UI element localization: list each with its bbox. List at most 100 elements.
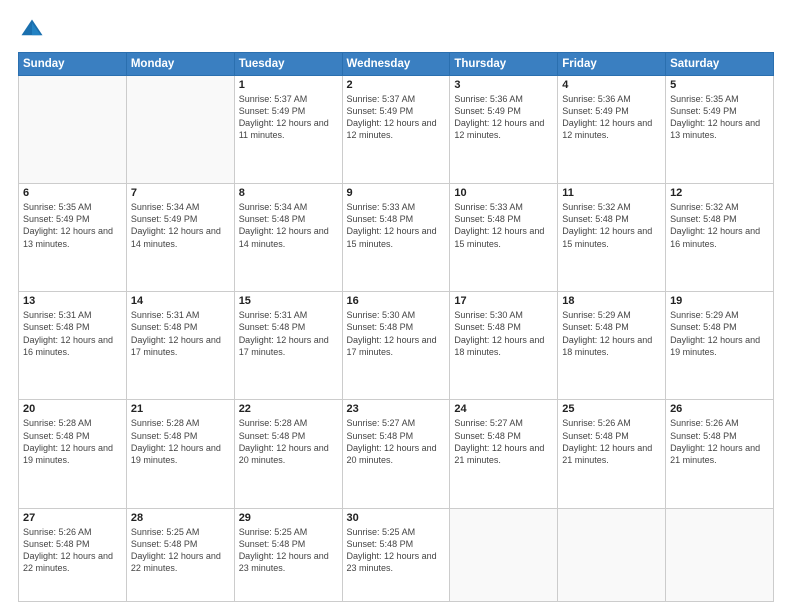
day-info: Sunrise: 5:25 AM Sunset: 5:48 PM Dayligh… [239,526,338,575]
calendar-cell: 27 Sunrise: 5:26 AM Sunset: 5:48 PM Dayli… [19,508,127,601]
day-number: 3 [454,79,553,91]
calendar-cell: 21 Sunrise: 5:28 AM Sunset: 5:48 PM Dayli… [126,400,234,508]
calendar-cell: 26 Sunrise: 5:26 AM Sunset: 5:48 PM Dayli… [666,400,774,508]
calendar-cell: 3Sunrise: 5:36 AM Sunset: 5:49 PM Daylig… [450,76,558,184]
calendar-header-row: SundayMondayTuesdayWednesdayThursdayFrid… [19,53,774,76]
day-number: 6 [23,187,122,199]
calendar-cell: 6 Sunrise: 5:35 AM Sunset: 5:49 PM Daylig… [19,184,127,292]
calendar-cell: 12 Sunrise: 5:32 AM Sunset: 5:48 PM Dayli… [666,184,774,292]
day-info: Sunrise: 5:26 AM Sunset: 5:48 PM Dayligh… [670,417,769,466]
logo [18,16,50,44]
calendar-cell: 8 Sunrise: 5:34 AM Sunset: 5:48 PM Daylig… [234,184,342,292]
calendar-cell: 15 Sunrise: 5:31 AM Sunset: 5:48 PM Dayli… [234,292,342,400]
day-info: Sunrise: 5:26 AM Sunset: 5:48 PM Dayligh… [562,417,661,466]
day-number: 29 [239,512,338,524]
calendar-week-5: 27 Sunrise: 5:26 AM Sunset: 5:48 PM Dayli… [19,508,774,601]
day-info: Sunrise: 5:29 AM Sunset: 5:48 PM Dayligh… [562,309,661,358]
day-number: 7 [131,187,230,199]
day-info: Sunrise: 5:28 AM Sunset: 5:48 PM Dayligh… [23,417,122,466]
day-number: 15 [239,295,338,307]
calendar-header-tuesday: Tuesday [234,53,342,76]
day-number: 30 [347,512,446,524]
day-info: Sunrise: 5:33 AM Sunset: 5:48 PM Dayligh… [454,201,553,250]
page: SundayMondayTuesdayWednesdayThursdayFrid… [0,0,792,612]
calendar-cell: 24 Sunrise: 5:27 AM Sunset: 5:48 PM Dayli… [450,400,558,508]
day-number: 14 [131,295,230,307]
calendar-cell: 1 Sunrise: 5:37 AM Sunset: 5:49 PM Daylig… [234,76,342,184]
calendar-cell: 4Sunrise: 5:36 AM Sunset: 5:49 PM Daylig… [558,76,666,184]
day-number: 26 [670,403,769,415]
day-info: Sunrise: 5:30 AM Sunset: 5:48 PM Dayligh… [454,309,553,358]
day-number: 17 [454,295,553,307]
day-number: 19 [670,295,769,307]
day-info: Sunrise: 5:37 AM Sunset: 5:49 PM Dayligh… [239,93,338,142]
calendar-week-1: 1 Sunrise: 5:37 AM Sunset: 5:49 PM Daylig… [19,76,774,184]
day-number: 8 [239,187,338,199]
day-info: Sunrise: 5:35 AM Sunset: 5:49 PM Dayligh… [23,201,122,250]
day-info: Sunrise: 5:27 AM Sunset: 5:48 PM Dayligh… [454,417,553,466]
calendar-cell [450,508,558,601]
calendar-cell: 20 Sunrise: 5:28 AM Sunset: 5:48 PM Dayli… [19,400,127,508]
day-number: 9 [347,187,446,199]
day-number: 21 [131,403,230,415]
calendar-cell: 18 Sunrise: 5:29 AM Sunset: 5:48 PM Dayli… [558,292,666,400]
day-info: Sunrise: 5:31 AM Sunset: 5:48 PM Dayligh… [23,309,122,358]
calendar-header-monday: Monday [126,53,234,76]
day-info: Sunrise: 5:30 AM Sunset: 5:48 PM Dayligh… [347,309,446,358]
logo-icon [18,16,46,44]
day-info: Sunrise: 5:28 AM Sunset: 5:48 PM Dayligh… [131,417,230,466]
day-number: 10 [454,187,553,199]
calendar-week-4: 20 Sunrise: 5:28 AM Sunset: 5:48 PM Dayli… [19,400,774,508]
day-info: Sunrise: 5:31 AM Sunset: 5:48 PM Dayligh… [239,309,338,358]
calendar-cell: 17 Sunrise: 5:30 AM Sunset: 5:48 PM Dayli… [450,292,558,400]
calendar-cell [666,508,774,601]
calendar-cell: 5Sunrise: 5:35 AM Sunset: 5:49 PM Daylig… [666,76,774,184]
calendar-cell [558,508,666,601]
day-info: Sunrise: 5:29 AM Sunset: 5:48 PM Dayligh… [670,309,769,358]
day-number: 18 [562,295,661,307]
day-info: Sunrise: 5:25 AM Sunset: 5:48 PM Dayligh… [131,526,230,575]
day-info: Sunrise: 5:33 AM Sunset: 5:48 PM Dayligh… [347,201,446,250]
day-info: Sunrise: 5:26 AM Sunset: 5:48 PM Dayligh… [23,526,122,575]
calendar-cell: 25 Sunrise: 5:26 AM Sunset: 5:48 PM Dayli… [558,400,666,508]
calendar-cell: 14 Sunrise: 5:31 AM Sunset: 5:48 PM Dayli… [126,292,234,400]
day-number: 27 [23,512,122,524]
calendar-table: SundayMondayTuesdayWednesdayThursdayFrid… [18,52,774,602]
calendar-header-thursday: Thursday [450,53,558,76]
day-number: 22 [239,403,338,415]
day-number: 20 [23,403,122,415]
calendar-header-friday: Friday [558,53,666,76]
day-number: 12 [670,187,769,199]
calendar-cell: 29 Sunrise: 5:25 AM Sunset: 5:48 PM Dayli… [234,508,342,601]
day-info: Sunrise: 5:36 AM Sunset: 5:49 PM Dayligh… [562,93,661,142]
header [18,16,774,44]
day-info: Sunrise: 5:28 AM Sunset: 5:48 PM Dayligh… [239,417,338,466]
day-number: 24 [454,403,553,415]
day-number: 28 [131,512,230,524]
day-info: Sunrise: 5:27 AM Sunset: 5:48 PM Dayligh… [347,417,446,466]
day-number: 1 [239,79,338,91]
day-info: Sunrise: 5:34 AM Sunset: 5:48 PM Dayligh… [239,201,338,250]
day-info: Sunrise: 5:31 AM Sunset: 5:48 PM Dayligh… [131,309,230,358]
calendar-cell: 10 Sunrise: 5:33 AM Sunset: 5:48 PM Dayli… [450,184,558,292]
day-number: 5 [670,79,769,91]
day-info: Sunrise: 5:37 AM Sunset: 5:49 PM Dayligh… [347,93,446,142]
calendar-cell: 19 Sunrise: 5:29 AM Sunset: 5:48 PM Dayli… [666,292,774,400]
calendar-cell: 11Sunrise: 5:32 AM Sunset: 5:48 PM Dayli… [558,184,666,292]
day-info: Sunrise: 5:32 AM Sunset: 5:48 PM Dayligh… [562,201,661,250]
calendar-header-sunday: Sunday [19,53,127,76]
day-info: Sunrise: 5:32 AM Sunset: 5:48 PM Dayligh… [670,201,769,250]
day-info: Sunrise: 5:34 AM Sunset: 5:49 PM Dayligh… [131,201,230,250]
calendar-cell: 9 Sunrise: 5:33 AM Sunset: 5:48 PM Daylig… [342,184,450,292]
calendar-cell: 2Sunrise: 5:37 AM Sunset: 5:49 PM Daylig… [342,76,450,184]
calendar-header-wednesday: Wednesday [342,53,450,76]
calendar-cell: 22 Sunrise: 5:28 AM Sunset: 5:48 PM Dayli… [234,400,342,508]
calendar-cell: 23 Sunrise: 5:27 AM Sunset: 5:48 PM Dayli… [342,400,450,508]
day-number: 25 [562,403,661,415]
calendar-week-3: 13Sunrise: 5:31 AM Sunset: 5:48 PM Dayli… [19,292,774,400]
day-number: 23 [347,403,446,415]
calendar-cell [126,76,234,184]
calendar-cell: 13Sunrise: 5:31 AM Sunset: 5:48 PM Dayli… [19,292,127,400]
day-info: Sunrise: 5:25 AM Sunset: 5:48 PM Dayligh… [347,526,446,575]
calendar-cell: 28 Sunrise: 5:25 AM Sunset: 5:48 PM Dayli… [126,508,234,601]
